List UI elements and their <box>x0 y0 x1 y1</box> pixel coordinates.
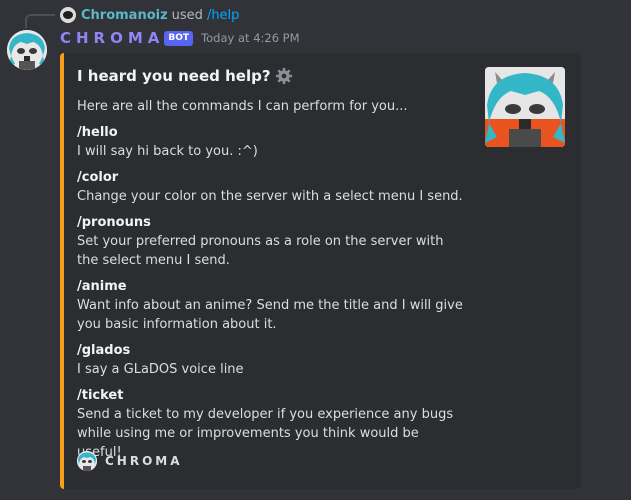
reply-command-link[interactable]: /help <box>207 8 239 23</box>
command-description: I will say hi back to you. :^) <box>77 144 258 159</box>
bot-badge: BOT <box>164 30 194 46</box>
embed-footer: CHROMA <box>77 451 183 471</box>
command-name: /pronouns <box>77 215 151 230</box>
bot-avatar[interactable] <box>7 30 47 70</box>
command-description: Change your color on the server with a s… <box>77 189 463 204</box>
command-name: /anime <box>77 279 127 294</box>
command-entry-color: /color Change your color on the server w… <box>77 168 467 206</box>
command-description: Want info about an anime? Send me the ti… <box>77 298 463 332</box>
command-entry-pronouns: /pronouns Set your preferred pronouns as… <box>77 213 467 270</box>
embed-description: Here are all the commands I can perform … <box>77 97 467 469</box>
bot-username[interactable]: CHROMA <box>60 29 164 47</box>
command-name: /color <box>77 170 119 185</box>
command-name: /hello <box>77 125 118 140</box>
embed-title: I heard you need help? <box>77 67 293 85</box>
help-embed: I heard you need help? Here are all the … <box>60 53 581 489</box>
replying-user-avatar[interactable] <box>60 7 76 23</box>
message-timestamp[interactable]: Today at 4:26 PM <box>201 31 299 45</box>
embed-intro: Here are all the commands I can perform … <box>77 99 408 114</box>
reply-reference[interactable]: Chromanoiz used /help <box>60 6 239 24</box>
replying-user-name[interactable]: Chromanoiz <box>81 8 168 23</box>
gear-icon <box>275 67 293 85</box>
command-description: Set your preferred pronouns as a role on… <box>77 234 444 268</box>
footer-avatar-icon <box>77 451 97 471</box>
command-entry-hello: /hello I will say hi back to you. :^) <box>77 123 467 161</box>
footer-text: CHROMA <box>105 454 183 468</box>
command-description: I say a GLaDOS voice line <box>77 362 244 377</box>
reply-used-label: used <box>171 7 203 23</box>
reply-connector <box>25 14 55 28</box>
command-entry-anime: /anime Want info about an anime? Send me… <box>77 277 467 334</box>
command-entry-glados: /glados I say a GLaDOS voice line <box>77 341 467 379</box>
command-name: /glados <box>77 343 131 358</box>
bot-message: Chromanoiz used /help CHROMA BOT Today a… <box>0 0 631 500</box>
command-name: /ticket <box>77 388 124 403</box>
embed-thumbnail[interactable] <box>485 67 565 147</box>
message-header: CHROMA BOT Today at 4:26 PM <box>60 27 300 49</box>
embed-title-text: I heard you need help? <box>77 67 271 85</box>
